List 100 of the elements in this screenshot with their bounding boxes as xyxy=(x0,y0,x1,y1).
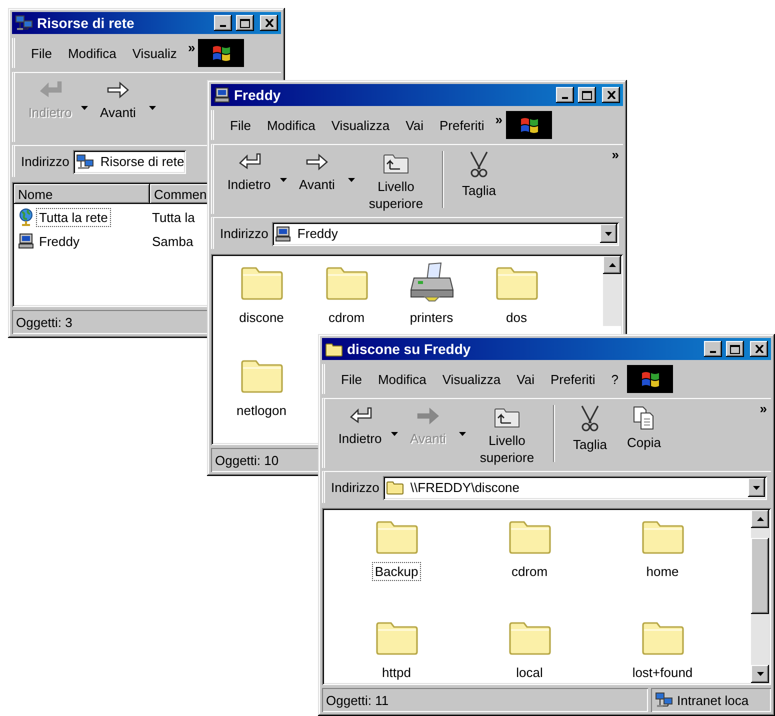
scroll-down-button[interactable] xyxy=(751,665,769,683)
close-button[interactable] xyxy=(602,87,620,103)
caret-icon xyxy=(756,672,764,676)
close-button[interactable] xyxy=(260,15,278,31)
close-icon xyxy=(264,19,274,27)
close-icon xyxy=(606,91,616,99)
forward-button[interactable]: Avanti xyxy=(91,79,145,121)
menu-item[interactable]: File xyxy=(23,46,60,60)
address-label: Indirizzo xyxy=(220,226,268,241)
globe-icon xyxy=(18,208,34,226)
item-name[interactable]: Tutta la rete xyxy=(36,208,111,226)
file-label[interactable]: home xyxy=(643,562,682,581)
printer-icon xyxy=(408,262,454,302)
forward-button[interactable]: Avanti xyxy=(290,151,344,193)
copy-button[interactable]: Copia xyxy=(617,405,671,451)
menu-item[interactable]: Modifica xyxy=(60,46,124,60)
close-icon xyxy=(754,345,764,353)
maximize-icon xyxy=(582,90,592,100)
column-header[interactable]: Nome xyxy=(14,184,150,204)
back-button[interactable]: Indietro xyxy=(222,151,276,193)
file-label[interactable]: httpd xyxy=(379,663,414,682)
dropdown-button[interactable] xyxy=(748,478,765,497)
menu-item[interactable]: Vai xyxy=(398,118,432,132)
comment-cell-text: Tutta la xyxy=(151,210,195,224)
scroll-thumb[interactable] xyxy=(751,538,769,614)
menu-item[interactable]: File xyxy=(333,372,370,386)
item-name[interactable]: Freddy xyxy=(36,232,82,250)
file-label[interactable]: dos xyxy=(503,308,530,327)
forward-arrow-icon xyxy=(105,79,131,101)
up-button[interactable]: Livello superiore xyxy=(358,151,434,212)
up-button[interactable]: Livello superiore xyxy=(469,405,545,466)
title-bar[interactable]: discone su Freddy xyxy=(322,338,771,360)
menu-item[interactable]: Preferiti xyxy=(432,118,492,132)
menu-item[interactable]: Preferiti xyxy=(542,372,604,386)
scrollbar[interactable] xyxy=(751,510,769,683)
maximize-button[interactable] xyxy=(236,15,254,31)
minimize-button[interactable] xyxy=(214,15,232,31)
address-field[interactable]: \\FREDDY\discone xyxy=(383,476,767,500)
address-field[interactable]: Risorse di rete xyxy=(73,150,186,174)
menu-item[interactable]: Modifica xyxy=(258,118,324,132)
minimize-button[interactable] xyxy=(704,341,722,357)
file-label[interactable]: lost+found xyxy=(629,663,696,682)
menu-item[interactable]: Modifica xyxy=(370,372,434,386)
file-label[interactable]: netlogon xyxy=(234,401,290,420)
zone-text: Intranet loca xyxy=(677,692,749,708)
cut-button[interactable]: Taglia xyxy=(563,405,617,453)
caret-icon xyxy=(390,432,398,436)
file-label[interactable]: local xyxy=(513,663,546,682)
caret-icon xyxy=(348,178,354,182)
computer-icon xyxy=(18,233,34,249)
menu-item[interactable]: Visualiz xyxy=(124,46,185,60)
window-title: Risorse di rete xyxy=(37,15,136,31)
caret-icon xyxy=(148,106,156,110)
up-caret-icon xyxy=(608,263,616,267)
minimize-button[interactable] xyxy=(556,87,574,103)
folder-icon xyxy=(386,480,404,495)
file-label[interactable]: cdrom xyxy=(508,562,551,581)
file-label[interactable]: printers xyxy=(406,308,456,327)
more-tools-button[interactable]: » xyxy=(612,147,619,162)
back-button[interactable]: Indietro xyxy=(333,405,387,447)
maximize-icon xyxy=(730,344,740,354)
forward-arrow-icon xyxy=(304,151,330,173)
caret-icon xyxy=(605,232,612,236)
logo-icon xyxy=(626,365,673,393)
menu-item[interactable]: Vai xyxy=(508,372,542,386)
scrollbar[interactable] xyxy=(603,256,621,326)
more-menu-button[interactable]: » xyxy=(184,40,198,55)
network-icon xyxy=(76,154,94,170)
file-label[interactable]: Backup xyxy=(372,562,422,581)
address-field[interactable]: Freddy xyxy=(272,222,619,246)
logo-icon xyxy=(506,111,552,139)
menu-item[interactable]: File xyxy=(222,118,259,132)
up-caret-icon xyxy=(756,517,764,521)
maximize-button[interactable] xyxy=(726,341,744,357)
logo-icon xyxy=(198,39,244,67)
comment-cell-text: Samba xyxy=(151,234,194,248)
title-bar[interactable]: Risorse di rete xyxy=(12,12,281,34)
menu-item[interactable]: ? xyxy=(603,372,627,386)
pages-icon xyxy=(632,405,656,431)
caret-icon xyxy=(280,178,286,182)
maximize-icon xyxy=(240,18,250,28)
scroll-up-button[interactable] xyxy=(603,256,621,274)
address-label: Indirizzo xyxy=(331,480,380,495)
close-button[interactable] xyxy=(750,341,768,357)
caret-icon xyxy=(80,106,88,110)
computer-icon xyxy=(214,87,230,103)
more-tools-button[interactable]: » xyxy=(760,401,767,416)
cut-button[interactable]: Taglia xyxy=(452,151,506,199)
more-menu-button[interactable]: » xyxy=(492,112,506,127)
title-bar[interactable]: Freddy xyxy=(211,84,623,106)
menu-item[interactable]: Visualizza xyxy=(323,118,398,132)
window-title: Freddy xyxy=(234,87,282,103)
scroll-up-button[interactable] xyxy=(751,510,769,528)
file-label[interactable]: discone xyxy=(236,308,287,327)
file-label[interactable]: cdrom xyxy=(325,308,368,327)
maximize-button[interactable] xyxy=(578,87,596,103)
caret-icon xyxy=(753,486,760,490)
menu-item[interactable]: Visualizza xyxy=(434,372,509,386)
forward-arrow-icon xyxy=(415,405,441,427)
dropdown-button[interactable] xyxy=(600,224,617,243)
